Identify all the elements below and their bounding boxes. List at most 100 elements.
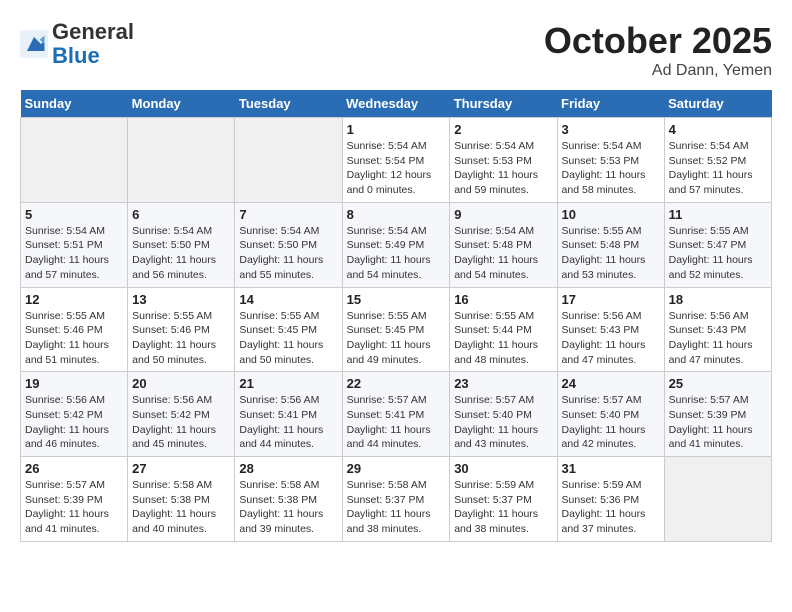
day-number: 15 bbox=[347, 292, 446, 307]
calendar-cell: 23Sunrise: 5:57 AM Sunset: 5:40 PM Dayli… bbox=[450, 372, 557, 457]
calendar-cell: 8Sunrise: 5:54 AM Sunset: 5:49 PM Daylig… bbox=[342, 202, 450, 287]
calendar-header-row: SundayMondayTuesdayWednesdayThursdayFrid… bbox=[21, 90, 772, 118]
calendar-cell: 14 Sunrise: 5:55 AM Sunset: 5:45 PM Dayli… bbox=[235, 287, 342, 372]
calendar-cell: 3 Sunrise: 5:54 AM Sunset: 5:53 PM Daylig… bbox=[557, 118, 664, 203]
calendar-cell bbox=[21, 118, 128, 203]
day-number: 1 bbox=[347, 122, 446, 137]
day-number: 4 bbox=[669, 122, 767, 137]
day-info: Sunrise: 5:54 AM Sunset: 5:49 PM Dayligh… bbox=[347, 224, 446, 283]
calendar-cell: 26 Sunrise: 5:57 AM Sunset: 5:39 PM Dayli… bbox=[21, 457, 128, 542]
weekday-header: Sunday bbox=[21, 90, 128, 118]
day-info: Sunrise: 5:55 AM Sunset: 5:47 PM Dayligh… bbox=[669, 224, 767, 283]
day-number: 2 bbox=[454, 122, 552, 137]
location: Ad Dann, Yemen bbox=[544, 62, 772, 80]
day-number: 10 bbox=[562, 207, 660, 222]
calendar-cell bbox=[664, 457, 771, 542]
calendar-table: SundayMondayTuesdayWednesdayThursdayFrid… bbox=[20, 90, 772, 542]
day-number: 14 bbox=[239, 292, 337, 307]
day-number: 24 bbox=[562, 376, 660, 391]
calendar-cell: 12 Sunrise: 5:55 AM Sunset: 5:46 PM Dayli… bbox=[21, 287, 128, 372]
calendar-cell: 22Sunrise: 5:57 AM Sunset: 5:41 PM Dayli… bbox=[342, 372, 450, 457]
day-number: 20 bbox=[132, 376, 230, 391]
day-number: 17 bbox=[562, 292, 660, 307]
day-number: 7 bbox=[239, 207, 337, 222]
day-info: Sunrise: 5:54 AM Sunset: 5:53 PM Dayligh… bbox=[454, 139, 552, 198]
day-number: 6 bbox=[132, 207, 230, 222]
day-info: Sunrise: 5:56 AM Sunset: 5:43 PM Dayligh… bbox=[669, 309, 767, 368]
day-info: Sunrise: 5:55 AM Sunset: 5:45 PM Dayligh… bbox=[239, 309, 337, 368]
day-number: 27 bbox=[132, 461, 230, 476]
calendar-cell: 1 Sunrise: 5:54 AM Sunset: 5:54 PM Daylig… bbox=[342, 118, 450, 203]
calendar-cell: 31 Sunrise: 5:59 AM Sunset: 5:36 PM Dayli… bbox=[557, 457, 664, 542]
day-info: Sunrise: 5:54 AM Sunset: 5:51 PM Dayligh… bbox=[25, 224, 123, 283]
calendar-cell: 10Sunrise: 5:55 AM Sunset: 5:48 PM Dayli… bbox=[557, 202, 664, 287]
calendar-cell bbox=[235, 118, 342, 203]
day-info: Sunrise: 5:54 AM Sunset: 5:54 PM Dayligh… bbox=[347, 139, 446, 198]
calendar-cell: 7Sunrise: 5:54 AM Sunset: 5:50 PM Daylig… bbox=[235, 202, 342, 287]
day-number: 5 bbox=[25, 207, 123, 222]
calendar-week-row: 26 Sunrise: 5:57 AM Sunset: 5:39 PM Dayli… bbox=[21, 457, 772, 542]
day-number: 25 bbox=[669, 376, 767, 391]
weekday-header: Wednesday bbox=[342, 90, 450, 118]
day-info: Sunrise: 5:56 AM Sunset: 5:41 PM Dayligh… bbox=[239, 393, 337, 452]
calendar-cell: 16Sunrise: 5:55 AM Sunset: 5:44 PM Dayli… bbox=[450, 287, 557, 372]
logo-general-text: General bbox=[52, 19, 134, 44]
day-number: 9 bbox=[454, 207, 552, 222]
month-title: October 2025 bbox=[544, 20, 772, 62]
day-info: Sunrise: 5:55 AM Sunset: 5:44 PM Dayligh… bbox=[454, 309, 552, 368]
calendar-week-row: 5 Sunrise: 5:54 AM Sunset: 5:51 PM Daylig… bbox=[21, 202, 772, 287]
weekday-header: Friday bbox=[557, 90, 664, 118]
calendar-week-row: 12 Sunrise: 5:55 AM Sunset: 5:46 PM Dayli… bbox=[21, 287, 772, 372]
day-info: Sunrise: 5:58 AM Sunset: 5:38 PM Dayligh… bbox=[239, 478, 337, 537]
calendar-week-row: 19 Sunrise: 5:56 AM Sunset: 5:42 PM Dayli… bbox=[21, 372, 772, 457]
calendar-cell: 30Sunrise: 5:59 AM Sunset: 5:37 PM Dayli… bbox=[450, 457, 557, 542]
weekday-header: Monday bbox=[128, 90, 235, 118]
day-info: Sunrise: 5:56 AM Sunset: 5:42 PM Dayligh… bbox=[25, 393, 123, 452]
calendar-cell: 19 Sunrise: 5:56 AM Sunset: 5:42 PM Dayli… bbox=[21, 372, 128, 457]
day-number: 21 bbox=[239, 376, 337, 391]
day-info: Sunrise: 5:54 AM Sunset: 5:53 PM Dayligh… bbox=[562, 139, 660, 198]
calendar-cell: 11 Sunrise: 5:55 AM Sunset: 5:47 PM Dayli… bbox=[664, 202, 771, 287]
day-info: Sunrise: 5:56 AM Sunset: 5:42 PM Dayligh… bbox=[132, 393, 230, 452]
day-number: 18 bbox=[669, 292, 767, 307]
day-info: Sunrise: 5:55 AM Sunset: 5:45 PM Dayligh… bbox=[347, 309, 446, 368]
day-number: 3 bbox=[562, 122, 660, 137]
calendar-cell: 24Sunrise: 5:57 AM Sunset: 5:40 PM Dayli… bbox=[557, 372, 664, 457]
day-info: Sunrise: 5:58 AM Sunset: 5:37 PM Dayligh… bbox=[347, 478, 446, 537]
logo-blue-text: Blue bbox=[52, 43, 100, 68]
weekday-header: Thursday bbox=[450, 90, 557, 118]
day-number: 30 bbox=[454, 461, 552, 476]
day-number: 19 bbox=[25, 376, 123, 391]
calendar-cell: 13Sunrise: 5:55 AM Sunset: 5:46 PM Dayli… bbox=[128, 287, 235, 372]
calendar-cell: 21 Sunrise: 5:56 AM Sunset: 5:41 PM Dayli… bbox=[235, 372, 342, 457]
day-info: Sunrise: 5:55 AM Sunset: 5:46 PM Dayligh… bbox=[25, 309, 123, 368]
day-number: 29 bbox=[347, 461, 446, 476]
day-info: Sunrise: 5:57 AM Sunset: 5:39 PM Dayligh… bbox=[669, 393, 767, 452]
calendar-cell: 17 Sunrise: 5:56 AM Sunset: 5:43 PM Dayli… bbox=[557, 287, 664, 372]
calendar-cell: 15 Sunrise: 5:55 AM Sunset: 5:45 PM Dayli… bbox=[342, 287, 450, 372]
title-block: October 2025 Ad Dann, Yemen bbox=[544, 20, 772, 80]
day-number: 28 bbox=[239, 461, 337, 476]
calendar-cell: 2 Sunrise: 5:54 AM Sunset: 5:53 PM Daylig… bbox=[450, 118, 557, 203]
day-number: 26 bbox=[25, 461, 123, 476]
calendar-cell bbox=[128, 118, 235, 203]
day-number: 11 bbox=[669, 207, 767, 222]
day-info: Sunrise: 5:59 AM Sunset: 5:36 PM Dayligh… bbox=[562, 478, 660, 537]
page-header: General Blue October 2025 Ad Dann, Yemen bbox=[20, 20, 772, 80]
calendar-cell: 27 Sunrise: 5:58 AM Sunset: 5:38 PM Dayli… bbox=[128, 457, 235, 542]
day-info: Sunrise: 5:57 AM Sunset: 5:41 PM Dayligh… bbox=[347, 393, 446, 452]
calendar-cell: 29 Sunrise: 5:58 AM Sunset: 5:37 PM Dayli… bbox=[342, 457, 450, 542]
day-number: 31 bbox=[562, 461, 660, 476]
day-info: Sunrise: 5:56 AM Sunset: 5:43 PM Dayligh… bbox=[562, 309, 660, 368]
day-info: Sunrise: 5:54 AM Sunset: 5:48 PM Dayligh… bbox=[454, 224, 552, 283]
calendar-week-row: 1 Sunrise: 5:54 AM Sunset: 5:54 PM Daylig… bbox=[21, 118, 772, 203]
day-info: Sunrise: 5:57 AM Sunset: 5:39 PM Dayligh… bbox=[25, 478, 123, 537]
logo-icon bbox=[20, 30, 48, 58]
day-number: 12 bbox=[25, 292, 123, 307]
weekday-header: Tuesday bbox=[235, 90, 342, 118]
day-info: Sunrise: 5:54 AM Sunset: 5:50 PM Dayligh… bbox=[132, 224, 230, 283]
day-info: Sunrise: 5:58 AM Sunset: 5:38 PM Dayligh… bbox=[132, 478, 230, 537]
calendar-cell: 4Sunrise: 5:54 AM Sunset: 5:52 PM Daylig… bbox=[664, 118, 771, 203]
calendar-cell: 25 Sunrise: 5:57 AM Sunset: 5:39 PM Dayli… bbox=[664, 372, 771, 457]
day-number: 23 bbox=[454, 376, 552, 391]
